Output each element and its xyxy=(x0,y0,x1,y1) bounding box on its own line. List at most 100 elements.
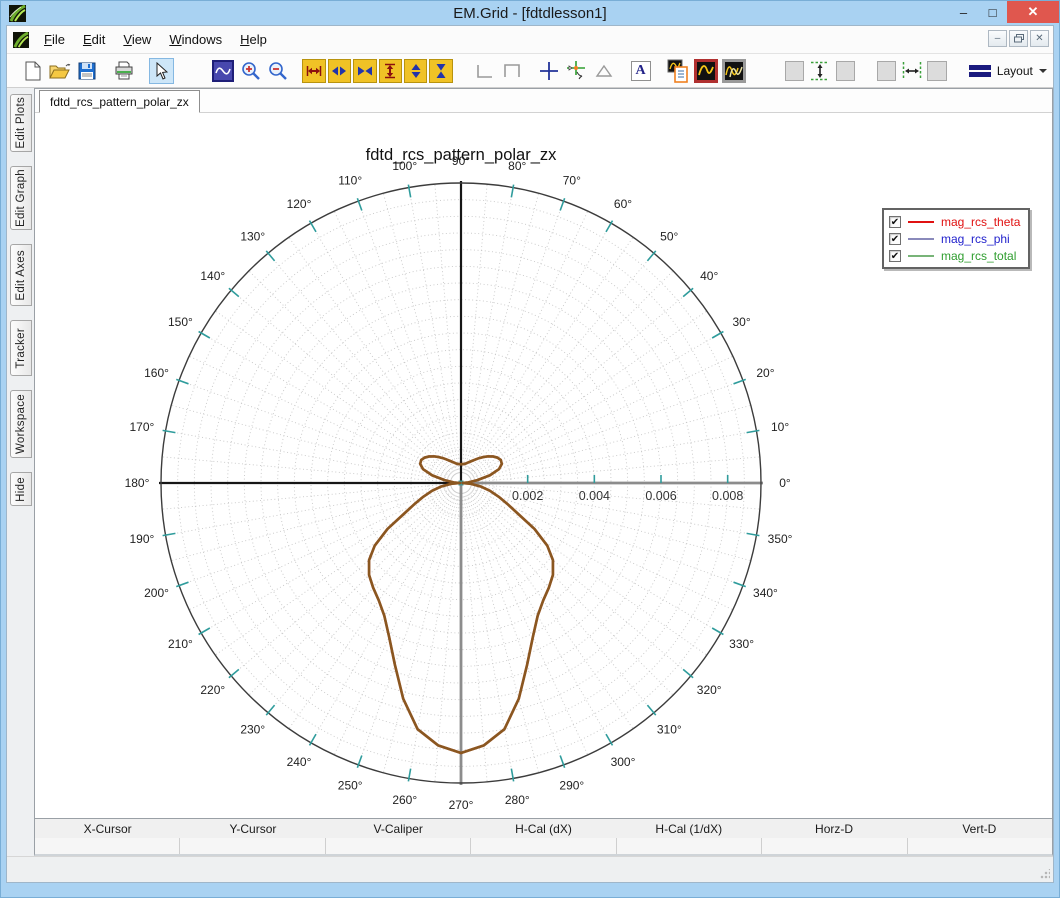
angle-label: 30° xyxy=(733,315,751,329)
v-scale-expand-red-button[interactable] xyxy=(378,58,402,83)
plot-navigate-button[interactable] xyxy=(211,58,236,84)
grid-ray xyxy=(357,200,459,474)
grid-ray xyxy=(468,289,692,477)
menu-bar: File Edit View Windows Help – ✕ xyxy=(7,26,1053,54)
grid-ray xyxy=(288,490,456,730)
tracker-cursor-button[interactable] xyxy=(564,58,589,84)
h-compress-blue-button[interactable] xyxy=(353,58,377,83)
angle-label: 180° xyxy=(125,476,150,490)
title-bar: EM.Grid - [fdtdlesson1] – □ ✕ xyxy=(1,1,1059,25)
tab-fdtd-rcs-pattern-polar-zx[interactable]: fdtd_rcs_pattern_polar_zx xyxy=(39,90,200,113)
print-button[interactable] xyxy=(112,58,137,84)
h-scale-expand-red-button[interactable] xyxy=(302,58,326,83)
menu-view[interactable]: View xyxy=(114,26,160,53)
tracker-value-0 xyxy=(35,838,180,854)
menu-edit[interactable]: Edit xyxy=(74,26,114,53)
grid-ray xyxy=(188,355,453,480)
zoom-out-button[interactable] xyxy=(265,58,290,84)
triangle-marker-button[interactable] xyxy=(591,58,616,84)
grid-ray xyxy=(463,200,565,474)
tracker-col-5: Horz-D xyxy=(815,821,854,836)
close-button[interactable]: ✕ xyxy=(1007,1,1059,23)
corner-frame-button[interactable] xyxy=(472,58,497,84)
grid-ray xyxy=(467,252,655,476)
sidebar-tab-edit-axes[interactable]: Edit Axes xyxy=(10,244,32,306)
angle-label: 240° xyxy=(287,755,312,769)
crosshair-button[interactable] xyxy=(536,58,561,84)
align-bottom-button[interactable] xyxy=(835,60,856,81)
tracker-col-2: V-Caliper xyxy=(373,821,423,836)
v-compress-blue-button[interactable] xyxy=(429,58,453,83)
align-top-button[interactable] xyxy=(784,60,805,81)
menu-help[interactable]: Help xyxy=(231,26,276,53)
sidebar-tab-edit-graph[interactable]: Edit Graph xyxy=(10,166,32,230)
angle-tick xyxy=(228,287,240,298)
angle-label: 310° xyxy=(657,723,682,737)
plot-single-button[interactable] xyxy=(693,58,719,84)
grid-ray xyxy=(162,456,452,483)
layout-caret-icon xyxy=(1038,68,1047,73)
angle-tick xyxy=(265,250,276,262)
sidebar-tab-workspace[interactable]: Workspace xyxy=(10,390,32,458)
zoom-in-button[interactable] xyxy=(238,58,263,84)
sidebar-tab-label: Tracker xyxy=(15,327,27,369)
distribute-horizontal-button[interactable] xyxy=(899,58,924,84)
angle-label: 340° xyxy=(753,586,778,600)
angle-label: 170° xyxy=(130,420,155,434)
menu-file[interactable]: File xyxy=(35,26,74,53)
save-file-button[interactable] xyxy=(75,58,100,84)
sidebar-tab-strip: Edit Plots Edit Graph Edit Axes Tracker Work… xyxy=(7,88,34,856)
angle-label: 160° xyxy=(144,366,169,380)
v-expand-blue-button[interactable] xyxy=(403,58,428,83)
resize-grip[interactable] xyxy=(1040,869,1050,879)
grid-ray xyxy=(434,492,461,782)
open-file-button[interactable] xyxy=(47,58,72,84)
mdi-minimize-button[interactable]: – xyxy=(988,30,1007,47)
plot-multi-button[interactable] xyxy=(721,58,747,84)
grid-ray xyxy=(462,187,514,474)
new-file-button[interactable] xyxy=(20,58,45,84)
grid-ray xyxy=(267,252,455,476)
tracker-col-1: Y-Cursor xyxy=(229,821,277,836)
sidebar-tab-edit-plots[interactable]: Edit Plots xyxy=(10,94,32,152)
mdi-close-button[interactable]: ✕ xyxy=(1030,30,1049,47)
grid-ray xyxy=(467,270,674,477)
sidebar-tab-label: Hide xyxy=(15,476,27,502)
maximize-button[interactable]: □ xyxy=(978,1,1007,23)
angle-label: 290° xyxy=(559,779,584,793)
legend-checkbox-mag_rcs_total[interactable]: ✔ xyxy=(889,249,901,262)
app-window: EM.Grid - [fdtdlesson1] – □ ✕ File Edit Vi… xyxy=(0,0,1060,898)
align-right-button[interactable] xyxy=(927,60,947,81)
layout-label: Layout xyxy=(996,63,1033,78)
h-expand-blue-button[interactable] xyxy=(327,58,352,83)
plot-with-legend-button[interactable] xyxy=(665,58,691,84)
grid-ray xyxy=(408,492,460,779)
legend-line-sample xyxy=(908,220,934,223)
distribute-vertical-button[interactable] xyxy=(807,58,832,84)
radial-tick-label: 0.002 xyxy=(512,489,543,503)
legend-label: mag_rcs_total xyxy=(941,248,1017,263)
angle-tick xyxy=(746,429,760,434)
box-frame-button[interactable] xyxy=(499,58,524,84)
minimize-button[interactable]: – xyxy=(949,1,978,23)
text-tool-button[interactable]: A xyxy=(628,58,653,84)
legend-checkbox-mag_rcs_theta[interactable]: ✔ xyxy=(889,215,901,228)
tracker-value-4 xyxy=(615,838,762,854)
angle-label: 330° xyxy=(729,637,754,651)
menu-windows[interactable]: Windows xyxy=(160,26,231,53)
angle-label: 200° xyxy=(144,586,169,600)
align-left-button[interactable] xyxy=(876,60,897,81)
legend-checkbox-mag_rcs_phi[interactable]: ✔ xyxy=(889,232,901,245)
layout-button[interactable]: Layout xyxy=(963,61,1053,81)
grid-ray xyxy=(408,187,460,474)
chart-title: fdtd_rcs_pattern_polar_zx xyxy=(366,146,558,164)
sidebar-tab-tracker[interactable]: Tracker xyxy=(10,320,32,376)
grid-ray xyxy=(214,310,454,478)
select-cursor-button[interactable] xyxy=(148,57,174,84)
angle-label: 250° xyxy=(338,779,363,793)
sidebar-tab-hide[interactable]: Hide xyxy=(10,472,32,506)
mdi-restore-button[interactable] xyxy=(1009,30,1028,47)
plot-area[interactable]: 0° 10° 20° 30° 40° 50° 60° 70° 80° 90° 100° 110° 120… xyxy=(35,113,1052,818)
text-tool-glyph: A xyxy=(630,60,651,81)
chart-legend: ✔ mag_rcs_theta ✔ mag_rcs_phi ✔ mag_rcs_total xyxy=(882,208,1031,269)
